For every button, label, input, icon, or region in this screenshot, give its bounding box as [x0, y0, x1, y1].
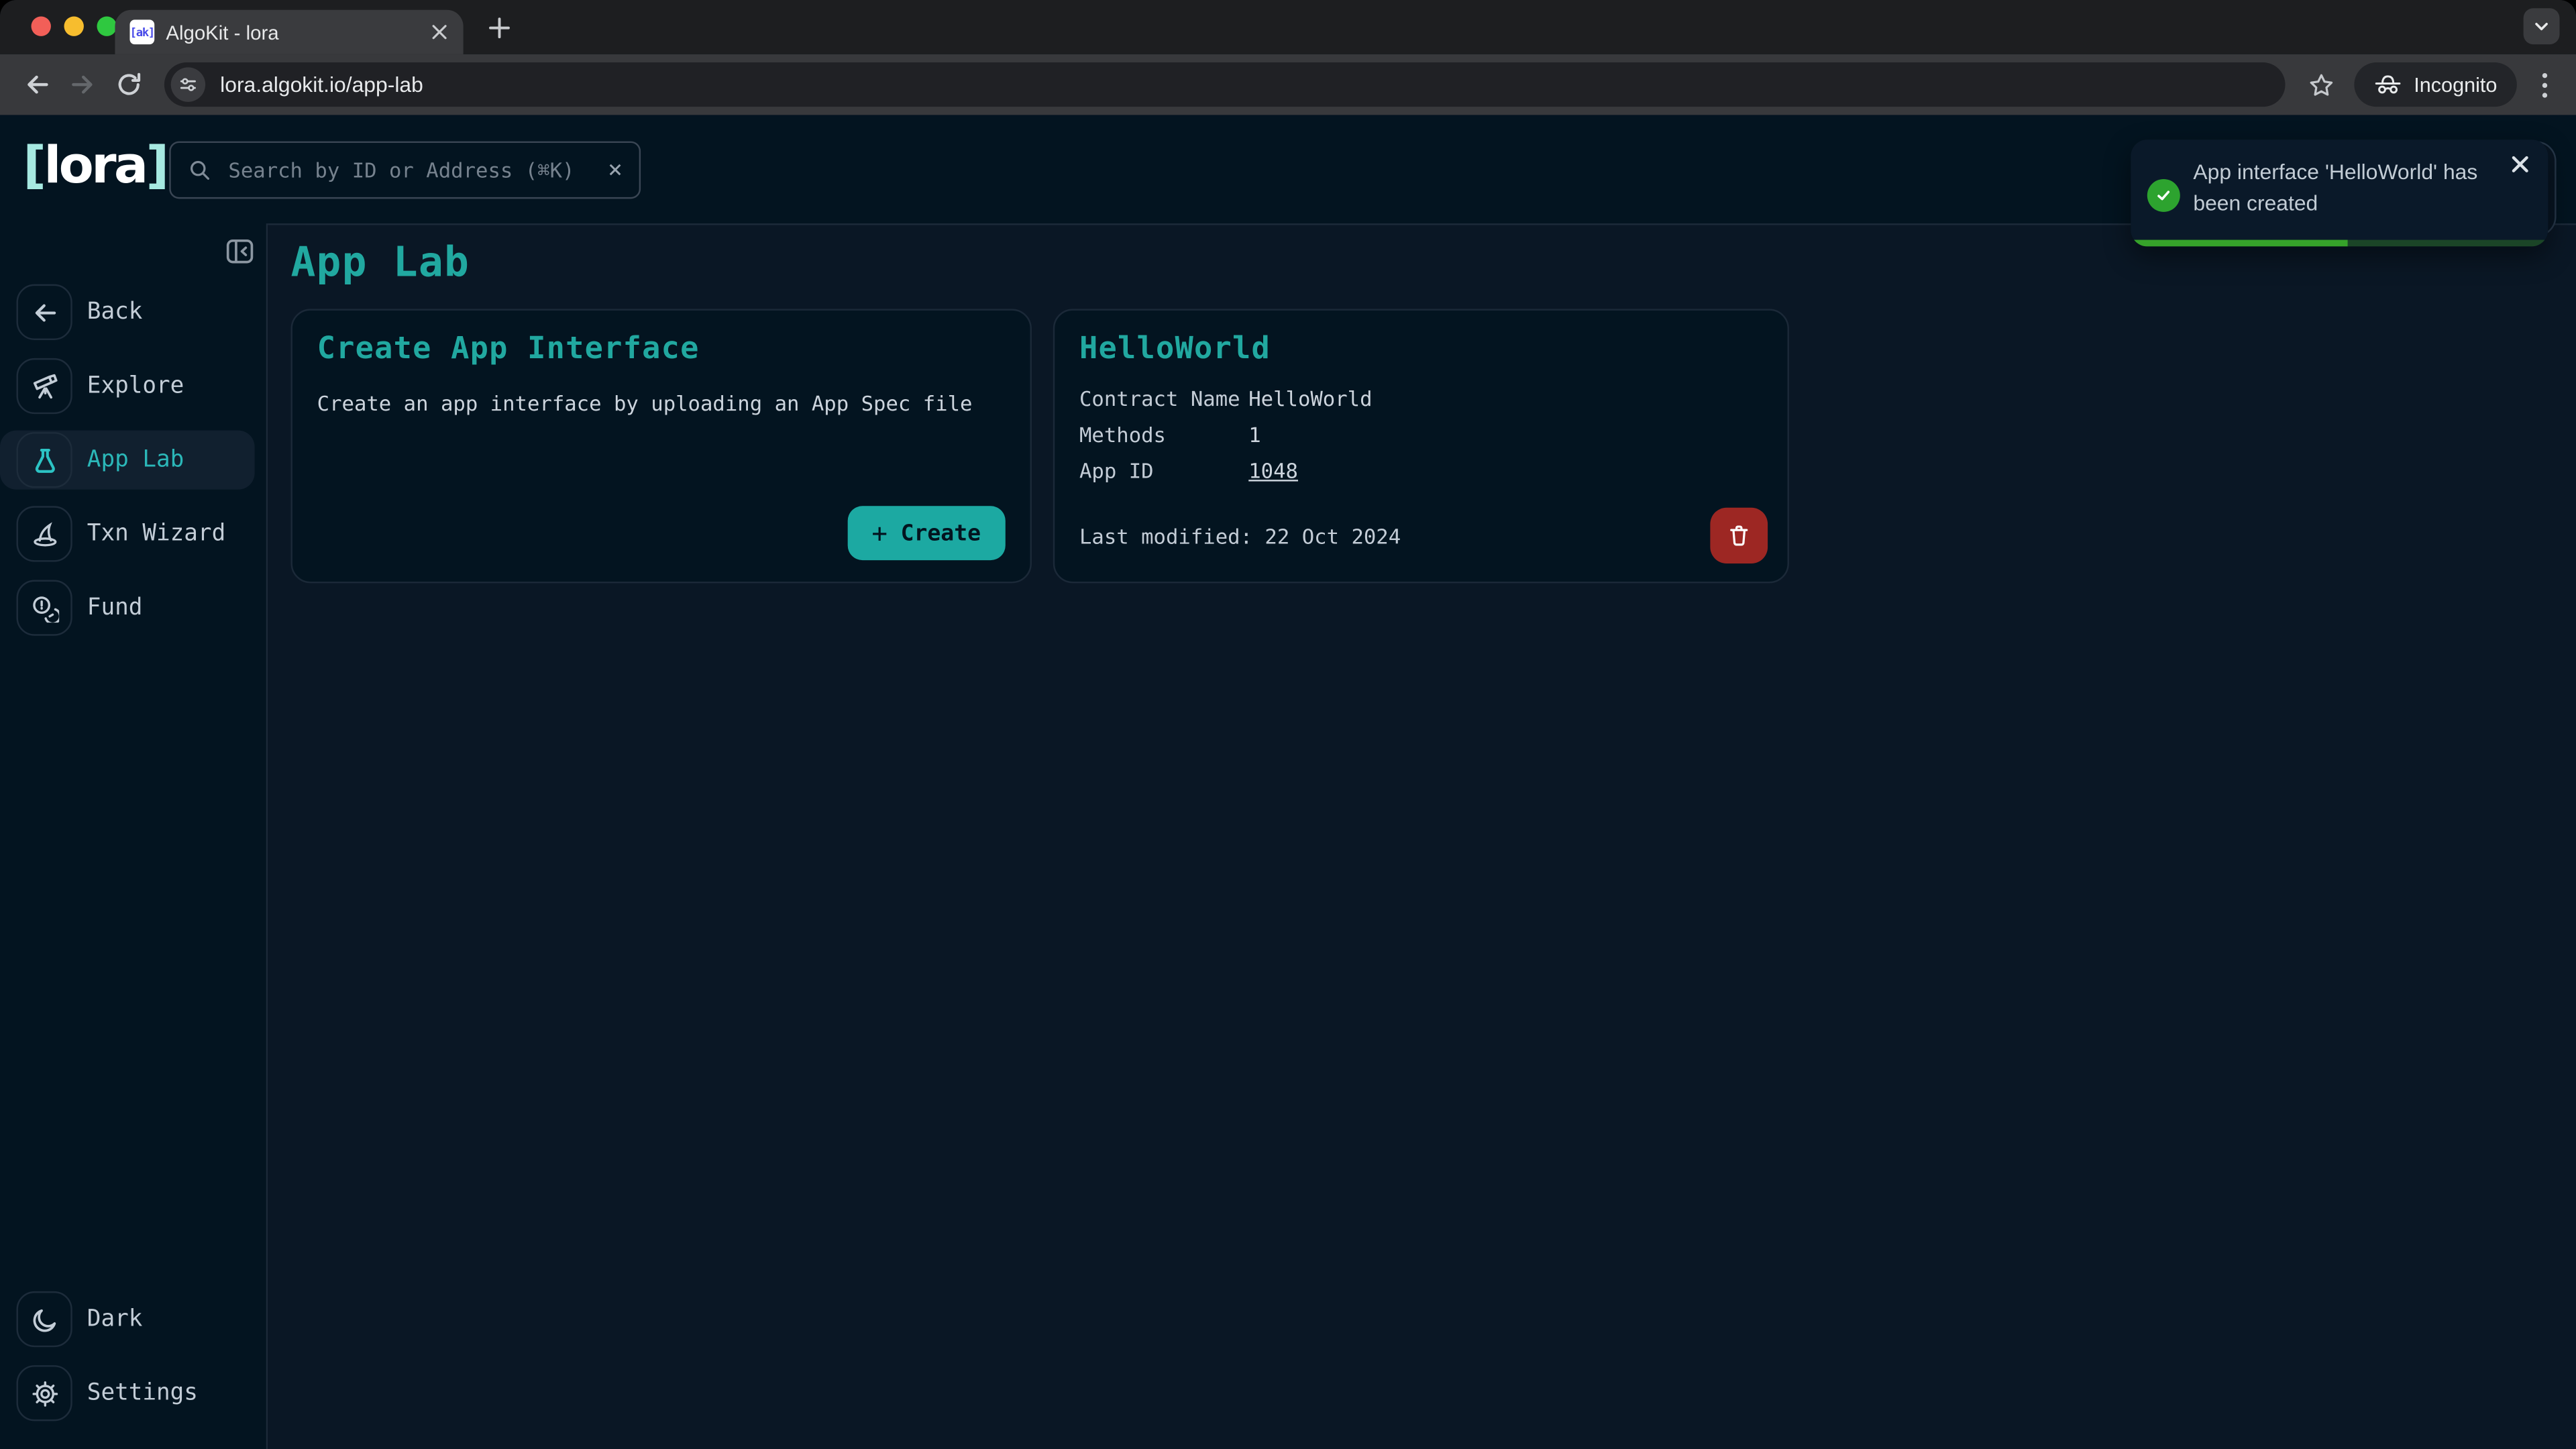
- forward-button[interactable]: [59, 62, 105, 108]
- table-row: Contract Name HelloWorld: [1079, 388, 1763, 410]
- incognito-label: Incognito: [2414, 73, 2497, 96]
- sidebar-item-fund[interactable]: Fund: [0, 578, 266, 637]
- sidebar-footer: Dark Settings: [0, 1289, 266, 1422]
- coins-icon[interactable]: [16, 580, 72, 635]
- main-panel: App Lab Create App Interface Create an a…: [268, 223, 2576, 1449]
- last-modified-text: Last modified: 22 Oct 2024: [1079, 524, 1401, 549]
- sidebar-item-label: Txn Wizard: [87, 521, 225, 547]
- lora-app: [lora] × Back: [0, 115, 2576, 1449]
- site-settings-icon[interactable]: [171, 67, 205, 101]
- cards-row: Create App Interface Create an app inter…: [290, 309, 2576, 583]
- toast-stack: App interface 'HelloWorld' has been crea…: [2131, 140, 2548, 246]
- wizard-hat-icon[interactable]: [16, 506, 72, 561]
- app-card-title: HelloWorld: [1079, 332, 1763, 366]
- row-value: HelloWorld: [1248, 388, 1372, 410]
- lora-logo[interactable]: [lora]: [23, 136, 166, 195]
- window-controls: [32, 16, 117, 36]
- zoom-window-button[interactable]: [97, 16, 116, 36]
- sidebar-nav: Back Explore App Lab: [0, 282, 266, 637]
- back-button[interactable]: [13, 62, 60, 108]
- success-check-icon: [2147, 179, 2180, 212]
- incognito-icon: [2374, 74, 2402, 95]
- sidebar-item-label: Fund: [87, 595, 143, 621]
- close-window-button[interactable]: [32, 16, 51, 36]
- sidebar-item-back[interactable]: Back: [0, 282, 266, 341]
- create-button-label: Create: [901, 520, 981, 546]
- back-arrow-icon[interactable]: [16, 284, 72, 340]
- browser-menu-button[interactable]: [2527, 62, 2563, 108]
- row-label: Contract Name: [1079, 388, 1248, 410]
- telescope-icon[interactable]: [16, 358, 72, 414]
- minimize-window-button[interactable]: [64, 16, 84, 36]
- sidebar-item-label: Settings: [87, 1380, 198, 1406]
- incognito-badge: Incognito: [2355, 62, 2517, 107]
- app-id-link[interactable]: 1048: [1248, 460, 1298, 482]
- table-row: Methods 1: [1079, 424, 1763, 446]
- helloworld-app-card: HelloWorld Contract Name HelloWorld Meth…: [1053, 309, 1789, 583]
- sidebar-item-label: App Lab: [87, 447, 184, 473]
- bookmark-star-icon[interactable]: [2299, 62, 2345, 108]
- trash-icon: [1727, 523, 1752, 549]
- create-card-title: Create App Interface: [317, 332, 1006, 366]
- moon-icon[interactable]: [16, 1291, 72, 1347]
- toast-progress-bar: [2131, 240, 2548, 247]
- toast-notification: App interface 'HelloWorld' has been crea…: [2131, 140, 2548, 246]
- collapse-sidebar-icon[interactable]: [225, 237, 255, 266]
- url-text: lora.algokit.io/app-lab: [220, 72, 423, 97]
- logo-text: lora: [44, 136, 146, 195]
- app-shell: Back Explore App Lab: [0, 223, 2576, 1449]
- screen: [ak] AlgoKit - lora lora.algokit.io/a: [0, 0, 2576, 1449]
- search-box[interactable]: ×: [169, 142, 641, 199]
- browser-toolbar: lora.algokit.io/app-lab Incognito: [0, 54, 2576, 115]
- sidebar: Back Explore App Lab: [0, 223, 268, 1449]
- flask-icon[interactable]: [16, 432, 72, 488]
- table-row: App ID 1048: [1079, 460, 1763, 482]
- row-label: Methods: [1079, 424, 1248, 446]
- search-clear-icon[interactable]: ×: [608, 158, 623, 182]
- search-input[interactable]: [225, 156, 608, 184]
- create-button[interactable]: + Create: [847, 506, 1006, 560]
- favicon-text: [ak]: [130, 25, 154, 39]
- gear-icon[interactable]: [16, 1365, 72, 1421]
- logo-bracket-close: ]: [146, 136, 167, 195]
- toast-close-icon[interactable]: [2510, 154, 2530, 174]
- plus-icon: +: [871, 517, 888, 549]
- create-card-description: Create an app interface by uploading an …: [317, 391, 1006, 416]
- tab-overview-chevron-icon[interactable]: [2524, 8, 2560, 44]
- browser-tab[interactable]: [ak] AlgoKit - lora: [115, 10, 463, 54]
- tab-strip: [ak] AlgoKit - lora: [0, 0, 2576, 54]
- row-label: App ID: [1079, 460, 1248, 482]
- logo-bracket-open: [: [23, 136, 44, 195]
- row-value: 1: [1248, 424, 1260, 446]
- sidebar-item-settings[interactable]: Settings: [0, 1364, 266, 1423]
- sidebar-item-theme-dark[interactable]: Dark: [0, 1289, 266, 1348]
- create-app-interface-card: Create App Interface Create an app inter…: [290, 309, 1031, 583]
- tab-title: AlgoKit - lora: [166, 21, 430, 44]
- sidebar-item-explore[interactable]: Explore: [0, 356, 266, 415]
- search-icon: [187, 158, 212, 182]
- sidebar-item-app-lab[interactable]: App Lab: [0, 431, 255, 490]
- delete-app-button[interactable]: [1710, 508, 1768, 564]
- address-bar[interactable]: lora.algokit.io/app-lab: [164, 62, 2286, 107]
- sidebar-item-txn-wizard[interactable]: Txn Wizard: [0, 504, 266, 564]
- sidebar-item-label: Dark: [87, 1306, 143, 1332]
- new-tab-button[interactable]: [483, 11, 516, 44]
- tab-favicon: [ak]: [129, 19, 154, 44]
- toast-message: App interface 'HelloWorld' has been crea…: [2193, 156, 2508, 219]
- browser-window: [ak] AlgoKit - lora lora.algokit.io/a: [0, 0, 2576, 1449]
- sidebar-item-label: Explore: [87, 373, 184, 399]
- toast-progress-fill: [2131, 240, 2347, 247]
- sidebar-item-label: Back: [87, 299, 143, 325]
- reload-button[interactable]: [105, 62, 152, 108]
- app-card-rows: Contract Name HelloWorld Methods 1 App I…: [1079, 388, 1763, 482]
- tab-close-icon[interactable]: [431, 23, 449, 41]
- page-title: App Lab: [290, 241, 2576, 284]
